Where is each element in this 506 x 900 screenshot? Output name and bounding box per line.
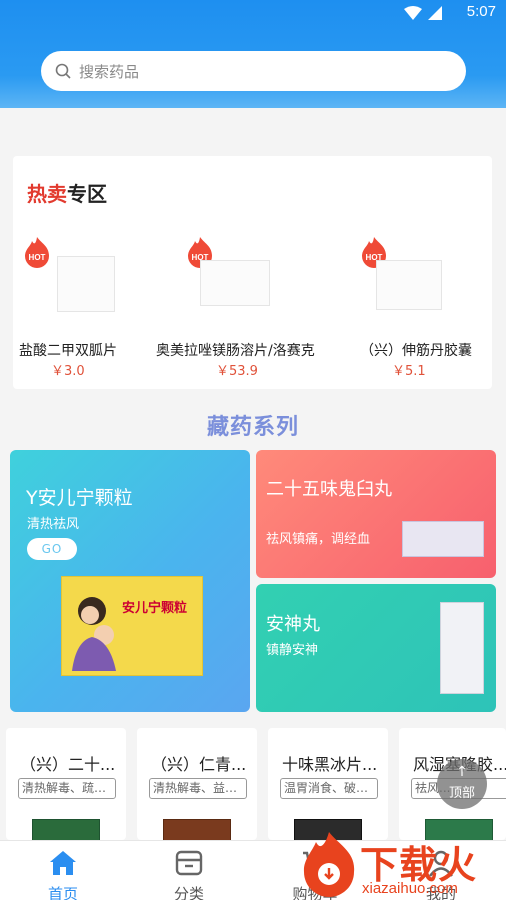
product-image xyxy=(57,256,115,312)
svg-text:HOT: HOT xyxy=(29,253,46,262)
product-tag: 温胃消食、破积... xyxy=(280,778,378,799)
product-name: 十味黑冰片... xyxy=(282,755,378,774)
hot-item[interactable]: HOT （兴）伸筋丹胶囊 ￥5.1 xyxy=(360,236,506,379)
hot-title-red: 热卖 xyxy=(27,182,67,206)
product-image xyxy=(440,602,484,694)
nav-label: 分类 xyxy=(173,885,204,900)
arrow-up-icon: ↑ xyxy=(456,764,468,780)
search-placeholder: 搜索药品 xyxy=(79,62,140,81)
product-card[interactable]: 十味黑冰片... 温胃消食、破积... xyxy=(268,728,388,840)
status-bar: 5:07 xyxy=(0,0,506,26)
hot-item[interactable]: HOT 盐酸二甲双胍片 ￥3.0 xyxy=(19,236,169,379)
signal-icon xyxy=(428,6,442,20)
status-icons xyxy=(404,6,442,20)
product-box-label: 安儿宁颗粒 xyxy=(122,601,188,616)
feature-card-anerning[interactable]: Y安儿宁颗粒 清热祛风 GO 安儿宁颗粒 xyxy=(10,450,250,712)
hot-sale-title: 热卖专区 xyxy=(27,178,107,207)
home-icon xyxy=(50,851,76,875)
status-time: 5:07 xyxy=(466,3,496,20)
header: 5:07 搜索药品 xyxy=(0,0,506,108)
feature-card-guijiu[interactable]: 二十五味鬼臼丸 祛风镇痛，调经血 xyxy=(256,450,496,578)
hot-item[interactable]: HOT 奥美拉唑镁肠溶片/洛赛克 ￥53.9 xyxy=(156,236,315,379)
product-image xyxy=(402,521,484,557)
search-icon xyxy=(55,63,71,79)
hot-item-name: 盐酸二甲双胍片 xyxy=(19,343,117,359)
product-tag: 清热解毒、益肝... xyxy=(149,778,247,799)
hot-sale-section: 热卖专区 HOT 盐酸二甲双胍片 ￥3.0 HOT 奥美拉唑镁肠溶片/洛赛克 ￥… xyxy=(13,156,492,389)
feature-subtitle: 祛风镇痛，调经血 xyxy=(266,532,371,547)
nav-item-category[interactable]: 分类 xyxy=(126,841,252,900)
product-tag: 清热解毒、疏肝... xyxy=(18,778,116,799)
feature-subtitle: 清热祛风 xyxy=(27,517,80,532)
feature-title: 二十五味鬼臼丸 xyxy=(266,479,392,500)
hot-item-name: 奥美拉唑镁肠溶片/洛赛克 xyxy=(156,343,315,359)
watermark-url: xiazaihuo.com xyxy=(362,880,458,897)
hot-badge-icon: HOT xyxy=(25,237,49,268)
feature-title: 安神丸 xyxy=(266,614,320,635)
product-name: （兴）二十... xyxy=(20,755,116,774)
wifi-icon xyxy=(404,6,422,20)
product-image xyxy=(200,260,270,306)
go-button[interactable]: GO xyxy=(27,538,77,560)
flame-logo-icon xyxy=(303,832,355,897)
watermark-logo: 下载火 xiazaihuo.com xyxy=(298,830,506,900)
mother-child-illustration-icon xyxy=(72,597,116,671)
series-title: 藏药系列 xyxy=(206,415,299,440)
nav-label: 首页 xyxy=(47,885,78,900)
product-card[interactable]: （兴）二十... 清热解毒、疏肝... xyxy=(6,728,126,840)
nav-item-home[interactable]: 首页 xyxy=(0,841,126,900)
product-image: 安儿宁颗粒 xyxy=(61,576,203,676)
product-list: （兴）二十... 清热解毒、疏肝... （兴）仁青... 清热解毒、益肝... … xyxy=(0,728,506,840)
search-input[interactable]: 搜索药品 xyxy=(41,51,466,91)
category-icon xyxy=(175,850,203,876)
back-to-top-label: 顶部 xyxy=(448,786,475,801)
hot-item-name: （兴）伸筋丹胶囊 xyxy=(360,343,472,359)
back-to-top-button[interactable]: ↑ 顶部 xyxy=(437,759,487,809)
product-image xyxy=(163,819,231,840)
feature-card-anshen[interactable]: 安神丸 镇静安神 xyxy=(256,584,496,712)
product-image xyxy=(32,819,100,840)
hot-title-dark: 专区 xyxy=(67,182,107,206)
hot-item-price: ￥3.0 xyxy=(51,364,85,379)
product-card[interactable]: （兴）仁青... 清热解毒、益肝... xyxy=(137,728,257,840)
product-image xyxy=(376,260,442,310)
feature-subtitle: 镇静安神 xyxy=(266,643,319,658)
feature-title: Y安儿宁颗粒 xyxy=(26,487,133,509)
product-name: （兴）仁青... xyxy=(151,755,247,774)
hot-item-price: ￥5.1 xyxy=(392,364,426,379)
hot-item-price: ￥53.9 xyxy=(216,364,258,379)
